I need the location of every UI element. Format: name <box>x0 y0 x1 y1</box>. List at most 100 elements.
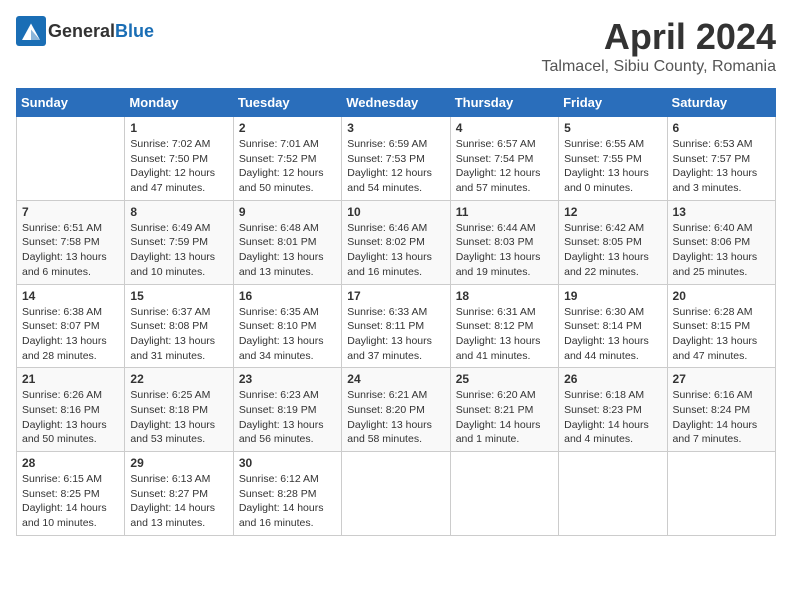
calendar-cell: 23 Sunrise: 6:23 AM Sunset: 8:19 PM Dayli… <box>233 368 341 452</box>
calendar-cell: 4 Sunrise: 6:57 AM Sunset: 7:54 PM Daylig… <box>450 117 558 201</box>
weekday-header: Tuesday <box>233 89 341 117</box>
calendar-cell: 21 Sunrise: 6:26 AM Sunset: 8:16 PM Dayli… <box>17 368 125 452</box>
day-number: 21 <box>22 372 119 386</box>
calendar-cell: 5 Sunrise: 6:55 AM Sunset: 7:55 PM Daylig… <box>559 117 667 201</box>
calendar-cell <box>667 452 775 536</box>
day-number: 17 <box>347 289 444 303</box>
day-info: Sunrise: 6:42 AM Sunset: 8:05 PM Dayligh… <box>564 221 661 280</box>
calendar-cell: 11 Sunrise: 6:44 AM Sunset: 8:03 PM Dayli… <box>450 200 558 284</box>
weekday-header: Friday <box>559 89 667 117</box>
calendar-cell: 20 Sunrise: 6:28 AM Sunset: 8:15 PM Dayli… <box>667 284 775 368</box>
day-number: 22 <box>130 372 227 386</box>
day-info: Sunrise: 6:46 AM Sunset: 8:02 PM Dayligh… <box>347 221 444 280</box>
calendar-cell: 1 Sunrise: 7:02 AM Sunset: 7:50 PM Daylig… <box>125 117 233 201</box>
day-number: 26 <box>564 372 661 386</box>
day-info: Sunrise: 7:02 AM Sunset: 7:50 PM Dayligh… <box>130 137 227 196</box>
day-number: 23 <box>239 372 336 386</box>
calendar-cell <box>450 452 558 536</box>
calendar-cell: 28Sunrise: 6:15 AM Sunset: 8:25 PM Dayli… <box>17 452 125 536</box>
day-number: 11 <box>456 205 553 219</box>
day-number: 20 <box>673 289 770 303</box>
day-number: 24 <box>347 372 444 386</box>
day-number: 12 <box>564 205 661 219</box>
calendar-cell: 13Sunrise: 6:40 AM Sunset: 8:06 PM Dayli… <box>667 200 775 284</box>
day-info: Sunrise: 6:23 AM Sunset: 8:19 PM Dayligh… <box>239 388 336 447</box>
day-info: Sunrise: 6:18 AM Sunset: 8:23 PM Dayligh… <box>564 388 661 447</box>
day-number: 30 <box>239 456 336 470</box>
location-title: Talmacel, Sibiu County, Romania <box>542 58 776 76</box>
calendar-cell: 27 Sunrise: 6:16 AM Sunset: 8:24 PM Dayli… <box>667 368 775 452</box>
day-info: Sunrise: 6:55 AM Sunset: 7:55 PM Dayligh… <box>564 137 661 196</box>
day-info: Sunrise: 6:35 AM Sunset: 8:10 PM Dayligh… <box>239 305 336 364</box>
day-info: Sunrise: 6:26 AM Sunset: 8:16 PM Dayligh… <box>22 388 119 447</box>
calendar-week-row: 28Sunrise: 6:15 AM Sunset: 8:25 PM Dayli… <box>17 452 776 536</box>
day-number: 27 <box>673 372 770 386</box>
logo-text-blue: Blue <box>115 21 154 41</box>
day-info: Sunrise: 6:57 AM Sunset: 7:54 PM Dayligh… <box>456 137 553 196</box>
calendar-cell <box>17 117 125 201</box>
day-number: 3 <box>347 121 444 135</box>
day-info: Sunrise: 6:20 AM Sunset: 8:21 PM Dayligh… <box>456 388 553 447</box>
day-number: 6 <box>673 121 770 135</box>
calendar-cell: 3 Sunrise: 6:59 AM Sunset: 7:53 PM Daylig… <box>342 117 450 201</box>
day-number: 5 <box>564 121 661 135</box>
day-number: 18 <box>456 289 553 303</box>
day-info: Sunrise: 6:40 AM Sunset: 8:06 PM Dayligh… <box>673 221 770 280</box>
calendar-cell: 14Sunrise: 6:38 AM Sunset: 8:07 PM Dayli… <box>17 284 125 368</box>
day-number: 7 <box>22 205 119 219</box>
calendar-week-row: 14Sunrise: 6:38 AM Sunset: 8:07 PM Dayli… <box>17 284 776 368</box>
calendar-cell <box>559 452 667 536</box>
calendar-cell: 10 Sunrise: 6:46 AM Sunset: 8:02 PM Dayli… <box>342 200 450 284</box>
calendar-week-row: 1 Sunrise: 7:02 AM Sunset: 7:50 PM Daylig… <box>17 117 776 201</box>
calendar-cell: 19 Sunrise: 6:30 AM Sunset: 8:14 PM Dayli… <box>559 284 667 368</box>
day-number: 16 <box>239 289 336 303</box>
weekday-header: Wednesday <box>342 89 450 117</box>
day-number: 4 <box>456 121 553 135</box>
day-number: 1 <box>130 121 227 135</box>
weekday-header: Sunday <box>17 89 125 117</box>
day-info: Sunrise: 6:13 AM Sunset: 8:27 PM Dayligh… <box>130 472 227 531</box>
calendar-table: SundayMondayTuesdayWednesdayThursdayFrid… <box>16 88 776 536</box>
calendar-cell: 17 Sunrise: 6:33 AM Sunset: 8:11 PM Dayli… <box>342 284 450 368</box>
calendar-week-row: 7Sunrise: 6:51 AM Sunset: 7:58 PM Daylig… <box>17 200 776 284</box>
weekday-header: Monday <box>125 89 233 117</box>
day-number: 14 <box>22 289 119 303</box>
day-number: 9 <box>239 205 336 219</box>
day-number: 28 <box>22 456 119 470</box>
month-title: April 2024 <box>542 16 776 58</box>
calendar-cell: 25Sunrise: 6:20 AM Sunset: 8:21 PM Dayli… <box>450 368 558 452</box>
day-number: 10 <box>347 205 444 219</box>
weekday-header: Thursday <box>450 89 558 117</box>
day-info: Sunrise: 6:33 AM Sunset: 8:11 PM Dayligh… <box>347 305 444 364</box>
day-info: Sunrise: 6:30 AM Sunset: 8:14 PM Dayligh… <box>564 305 661 364</box>
calendar-cell: 18 Sunrise: 6:31 AM Sunset: 8:12 PM Dayli… <box>450 284 558 368</box>
weekday-header-row: SundayMondayTuesdayWednesdayThursdayFrid… <box>17 89 776 117</box>
calendar-cell: 15Sunrise: 6:37 AM Sunset: 8:08 PM Dayli… <box>125 284 233 368</box>
day-number: 8 <box>130 205 227 219</box>
calendar-cell: 16 Sunrise: 6:35 AM Sunset: 8:10 PM Dayli… <box>233 284 341 368</box>
calendar-cell: 29 Sunrise: 6:13 AM Sunset: 8:27 PM Dayli… <box>125 452 233 536</box>
weekday-header: Saturday <box>667 89 775 117</box>
day-info: Sunrise: 6:31 AM Sunset: 8:12 PM Dayligh… <box>456 305 553 364</box>
day-info: Sunrise: 6:28 AM Sunset: 8:15 PM Dayligh… <box>673 305 770 364</box>
calendar-cell: 7Sunrise: 6:51 AM Sunset: 7:58 PM Daylig… <box>17 200 125 284</box>
calendar-cell: 22Sunrise: 6:25 AM Sunset: 8:18 PM Dayli… <box>125 368 233 452</box>
calendar-cell: 30 Sunrise: 6:12 AM Sunset: 8:28 PM Dayli… <box>233 452 341 536</box>
day-number: 19 <box>564 289 661 303</box>
day-info: Sunrise: 6:59 AM Sunset: 7:53 PM Dayligh… <box>347 137 444 196</box>
day-info: Sunrise: 6:12 AM Sunset: 8:28 PM Dayligh… <box>239 472 336 531</box>
calendar-header: SundayMondayTuesdayWednesdayThursdayFrid… <box>17 89 776 117</box>
page-header: GeneralBlue April 2024 Talmacel, Sibiu C… <box>16 16 776 76</box>
calendar-cell: 9 Sunrise: 6:48 AM Sunset: 8:01 PM Daylig… <box>233 200 341 284</box>
calendar-cell: 8Sunrise: 6:49 AM Sunset: 7:59 PM Daylig… <box>125 200 233 284</box>
day-info: Sunrise: 6:48 AM Sunset: 8:01 PM Dayligh… <box>239 221 336 280</box>
calendar-cell: 2Sunrise: 7:01 AM Sunset: 7:52 PM Daylig… <box>233 117 341 201</box>
day-info: Sunrise: 6:37 AM Sunset: 8:08 PM Dayligh… <box>130 305 227 364</box>
day-info: Sunrise: 6:44 AM Sunset: 8:03 PM Dayligh… <box>456 221 553 280</box>
day-number: 29 <box>130 456 227 470</box>
day-info: Sunrise: 7:01 AM Sunset: 7:52 PM Dayligh… <box>239 137 336 196</box>
calendar-week-row: 21 Sunrise: 6:26 AM Sunset: 8:16 PM Dayli… <box>17 368 776 452</box>
day-info: Sunrise: 6:16 AM Sunset: 8:24 PM Dayligh… <box>673 388 770 447</box>
calendar-cell: 24Sunrise: 6:21 AM Sunset: 8:20 PM Dayli… <box>342 368 450 452</box>
calendar-cell: 12 Sunrise: 6:42 AM Sunset: 8:05 PM Dayli… <box>559 200 667 284</box>
